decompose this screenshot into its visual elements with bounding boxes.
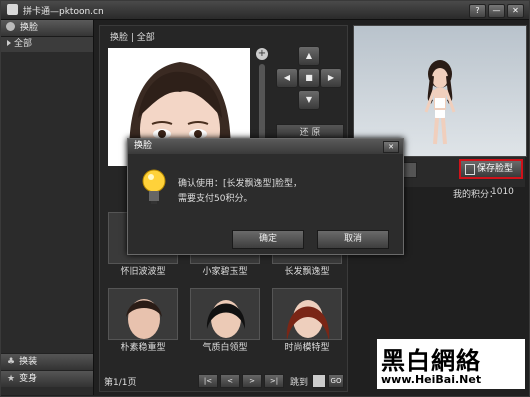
sidebar-item-label: 全部: [14, 39, 33, 49]
face-option[interactable]: 气质白领型: [190, 288, 260, 353]
sidebar-header-label: 换脸: [20, 23, 39, 33]
zoom-in-icon[interactable]: +: [256, 48, 268, 60]
face-label: 长发飘逸型: [284, 267, 330, 277]
sidebar: 换脸 全部 ♣ 换装 ★ 变身: [1, 20, 94, 395]
face-label: 气质白领型: [202, 343, 248, 353]
face-label: 小家碧玉型: [202, 267, 248, 277]
dialog-message-line2: 需要支付50积分。: [178, 194, 253, 204]
window-title: 拼卡通—pktoon.cn: [23, 7, 104, 17]
help-button[interactable]: ?: [469, 4, 486, 18]
face-option[interactable]: 朴素稳重型: [108, 288, 178, 353]
tab-transform[interactable]: ★ 变身: [1, 370, 93, 387]
direction-pad: ▲ ◀ ■ ▶ ▼: [276, 46, 342, 114]
first-page-button[interactable]: |<: [198, 374, 218, 388]
last-page-button[interactable]: >|: [264, 374, 284, 388]
dialog-title: 换脸: [134, 141, 153, 151]
app-logo-icon: [7, 4, 18, 15]
transform-icon: ★: [7, 374, 16, 384]
face-label: 朴素稳重型: [120, 343, 166, 353]
save-label: 保存脸型: [477, 164, 514, 174]
face-label: 时尚模特型: [284, 343, 330, 353]
scroll-handle[interactable]: [403, 162, 417, 178]
page-indicator: 第1/1页: [104, 378, 137, 388]
dialog-message-line1: 确认使用：[长发飘逸型]脸型，: [178, 179, 303, 189]
avatar-figure: [424, 60, 456, 145]
pager: 第1/1页 |< < > >| 跳到 GO: [100, 373, 347, 389]
title-bar: 拼卡通—pktoon.cn ? — ✕: [1, 1, 529, 20]
confirm-button[interactable]: 确定: [232, 230, 304, 249]
tab-label: 换装: [19, 357, 38, 367]
move-right-button[interactable]: ▶: [320, 68, 342, 88]
dialog-title-bar: 换脸 ✕: [128, 139, 403, 154]
cancel-button[interactable]: 取消: [317, 230, 389, 249]
next-page-button[interactable]: >: [242, 374, 262, 388]
arrow-right-icon: [7, 40, 11, 46]
page-input[interactable]: [312, 374, 326, 388]
face-thumbnail: [272, 288, 342, 340]
face-label: 怀旧波波型: [120, 267, 166, 277]
face-thumbnail: [108, 288, 178, 340]
move-left-button[interactable]: ◀: [276, 68, 298, 88]
clothes-icon: ♣: [7, 357, 16, 367]
minimize-button[interactable]: —: [488, 4, 505, 18]
face-icon: [6, 22, 15, 31]
lightbulb-icon: [142, 169, 166, 204]
tab-change-clothes[interactable]: ♣ 换装: [1, 353, 93, 370]
center-button[interactable]: ■: [298, 68, 320, 88]
prev-page-button[interactable]: <: [220, 374, 240, 388]
save-face-button[interactable]: 保存脸型: [459, 159, 523, 179]
points-value: 1010: [491, 187, 514, 197]
face-option[interactable]: 时尚模特型: [272, 288, 342, 353]
confirm-dialog: 换脸 ✕ 确认使用：[长发飘逸型]脸型， 需要支付50积分。 确定 取消: [127, 138, 404, 255]
app-window: 拼卡通—pktoon.cn ? — ✕ 换脸 全部 ♣ 换装 ★ 变身 换脸 | 全…: [0, 0, 530, 397]
breadcrumb: 换脸 | 全部: [110, 33, 155, 43]
watermark: 黑白網絡 www.HeiBai.Net: [377, 339, 525, 389]
watermark-url: www.HeiBai.Net: [381, 373, 482, 386]
tab-label: 变身: [19, 374, 38, 384]
sidebar-item-all[interactable]: 全部: [1, 37, 93, 52]
save-disk-icon: [465, 164, 475, 175]
watermark-text: 黑白網絡: [381, 346, 481, 375]
face-thumbnail: [190, 288, 260, 340]
move-up-button[interactable]: ▲: [298, 46, 320, 66]
close-button[interactable]: ✕: [507, 4, 524, 18]
dialog-close-button[interactable]: ✕: [383, 141, 399, 153]
sidebar-header[interactable]: 换脸: [1, 20, 93, 37]
jump-label: 跳到: [290, 378, 309, 388]
go-button[interactable]: GO: [328, 374, 344, 388]
move-down-button[interactable]: ▼: [298, 90, 320, 110]
